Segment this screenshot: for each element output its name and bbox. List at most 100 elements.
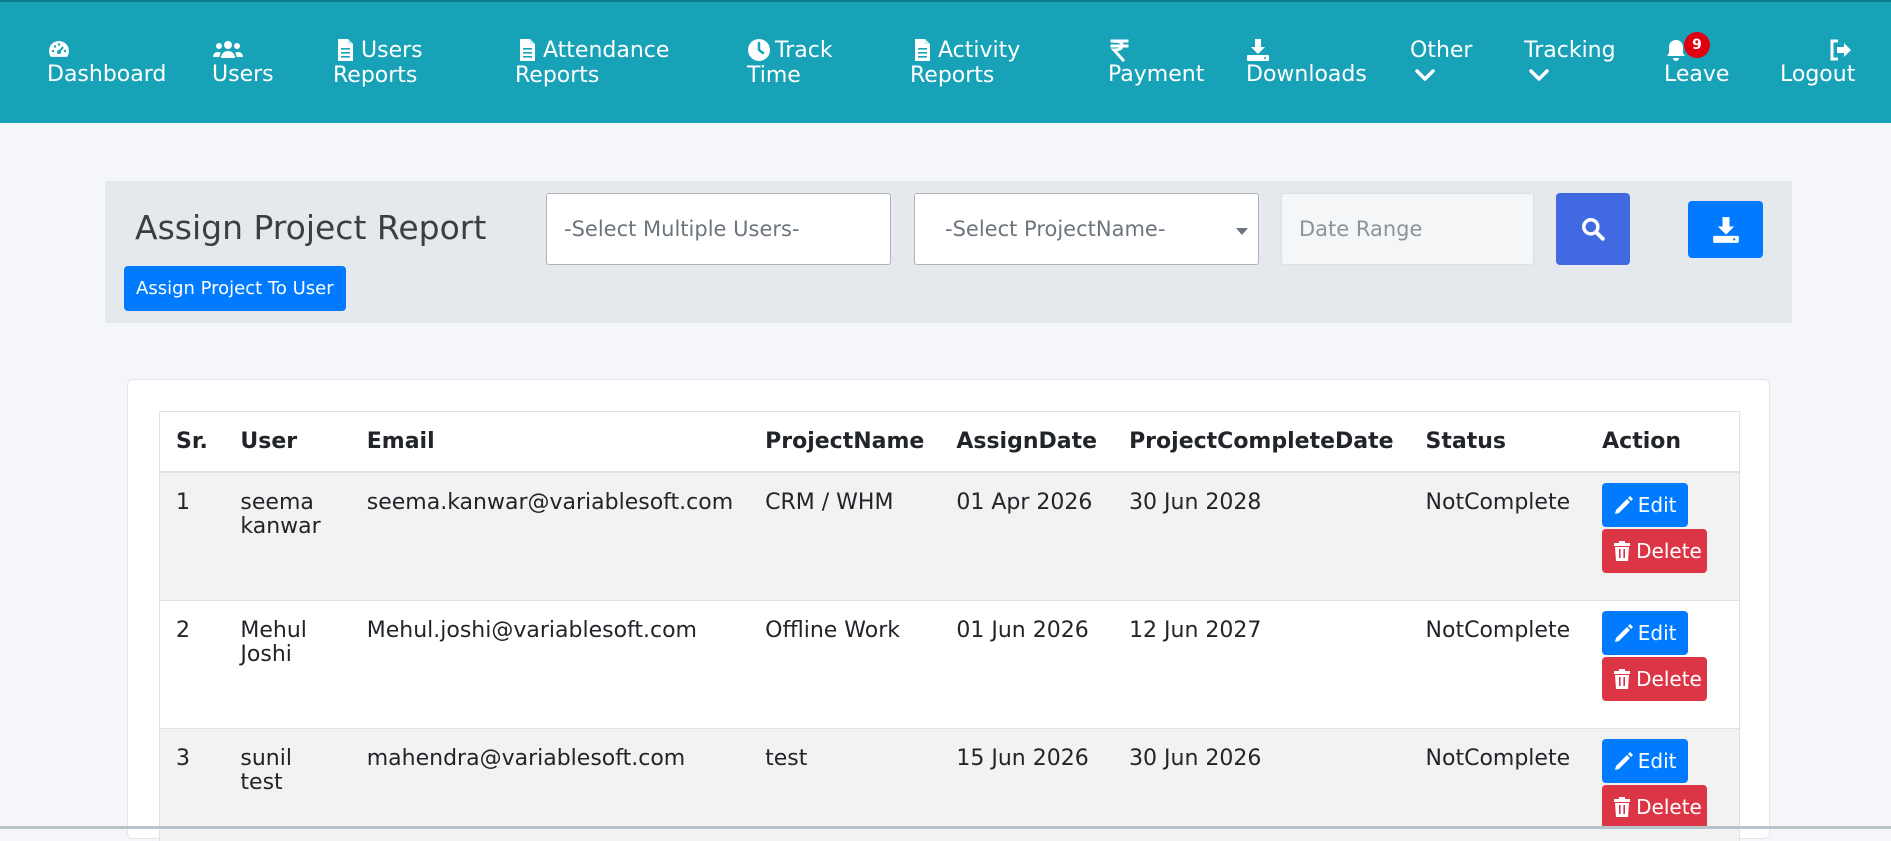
date-range-placeholder: Date Range [1299,217,1423,241]
cell-sr: 3 [160,727,225,841]
select-users-placeholder: -Select Multiple Users- [564,217,800,241]
table-header-row: Sr. User Email ProjectName AssignDate Pr… [160,412,1739,473]
pencil-icon [1614,623,1633,642]
cell-sr: 1 [160,471,225,600]
nav-label-line2: Reports [333,63,418,88]
col-header-user: User [224,412,351,473]
nav-label-line2: Reports [910,63,995,88]
date-range-input[interactable]: Date Range [1281,193,1534,265]
trash-icon [1614,796,1631,817]
table-row: 1 seema kanwar seema.kanwar@variablesoft… [160,471,1739,600]
download-report-button[interactable] [1688,201,1763,258]
col-header-email: Email [350,412,750,473]
file-icon [910,38,934,62]
delete-label: Delete [1636,794,1702,819]
pencil-icon [1614,751,1633,770]
cell-status: NotComplete [1409,727,1587,841]
trash-icon [1614,668,1631,689]
cell-assign-date: 01 Jun 2026 [940,599,1114,728]
nav-tracking-dropdown[interactable]: Tracking [1524,38,1616,83]
nav-users[interactable]: Users [212,38,274,87]
nav-label: Dashboard [47,62,167,87]
search-icon [1556,216,1630,242]
cell-project: test [749,727,941,841]
table-wrapper: Sr. User Email ProjectName AssignDate Pr… [159,411,1740,841]
nav-downloads[interactable]: Downloads [1246,38,1367,87]
users-icon [212,38,244,62]
col-header-sr: Sr. [160,412,225,473]
select-project-dropdown[interactable]: -Select ProjectName- [914,193,1259,265]
edit-button[interactable]: Edit [1602,738,1689,783]
trash-icon [1614,541,1631,561]
cell-sr: 2 [160,599,225,728]
cell-complete-date: 30 Jun 2028 [1113,471,1410,600]
cell-assign-date: 01 Apr 2026 [940,471,1114,600]
edit-button[interactable]: Edit [1602,483,1689,527]
cell-project: CRM / WHM [749,471,941,600]
nav-logout[interactable]: Logout [1780,38,1855,87]
bell-icon: 9 [1664,32,1710,62]
nav-attendance-reports[interactable]: Attendance Reports [515,38,669,88]
cell-action: Edit Delete [1586,471,1739,600]
table-row: 2 Mehul Joshi Mehul.joshi@variablesoft.c… [160,599,1739,728]
cell-email: Mehul.joshi@variablesoft.com [350,599,750,728]
nav-label: Leave [1664,62,1730,87]
edit-button[interactable]: Edit [1602,610,1689,655]
delete-label: Delete [1636,539,1702,563]
col-header-complete-date: ProjectCompleteDate [1113,412,1410,473]
chevron-down-icon [1414,67,1436,83]
cell-email: seema.kanwar@variablesoft.com [350,471,750,600]
delete-label: Delete [1636,666,1702,691]
delete-button[interactable]: Delete [1602,784,1708,829]
download-icon [1688,216,1763,244]
nav-leave[interactable]: 9 Leave [1664,32,1730,87]
page-title: Assign Project Report [135,208,487,247]
delete-button[interactable]: Delete [1602,656,1708,701]
cell-project: Offline Work [749,599,941,728]
nav-label-line1: Activity [938,38,1021,63]
delete-button[interactable]: Delete [1602,529,1708,573]
chevron-down-icon [1528,67,1550,83]
nav-dashboard[interactable]: Dashboard [47,38,166,87]
col-header-assign-date: AssignDate [940,412,1114,473]
clock-icon [747,38,771,62]
assign-project-button[interactable]: Assign Project To User [124,266,346,311]
cell-action: Edit Delete [1586,727,1739,841]
file-icon [515,38,539,62]
pencil-icon [1614,496,1633,514]
dashboard-icon [47,38,71,62]
cell-assign-date: 15 Jun 2026 [940,727,1114,841]
nav-label: Other [1410,38,1473,63]
edit-label: Edit [1637,620,1677,645]
edit-label: Edit [1637,748,1677,773]
file-icon [333,38,357,62]
search-button[interactable] [1556,193,1630,265]
cell-user: seema kanwar [224,471,351,600]
assign-project-table: Sr. User Email ProjectName AssignDate Pr… [160,412,1739,841]
cell-complete-date: 12 Jun 2027 [1113,599,1410,728]
nav-other-dropdown[interactable]: Other [1410,38,1472,83]
nav-label: Tracking [1524,38,1616,63]
cell-status: NotComplete [1409,599,1587,728]
rupee-icon [1108,38,1132,62]
nav-activity-reports[interactable]: Activity Reports [910,38,1020,88]
nav-label-line2: Time [747,63,801,88]
select-project-placeholder: -Select ProjectName- [945,217,1166,241]
report-table-card: Sr. User Email ProjectName AssignDate Pr… [127,379,1770,841]
nav-label: Logout [1780,62,1856,87]
nav-track-time[interactable]: Track Time [747,38,833,88]
cell-user: Mehul Joshi [224,599,351,728]
select-users-input[interactable]: -Select Multiple Users- [546,193,891,265]
cell-status: NotComplete [1409,471,1587,600]
nav-label: Payment [1108,62,1205,87]
caret-down-icon [1236,228,1248,235]
edit-label: Edit [1637,493,1677,517]
nav-users-reports[interactable]: Users Reports [333,38,423,88]
nav-payment[interactable]: Payment [1108,38,1204,87]
download-icon [1246,38,1270,62]
table-row: 3 sunil test mahendra@variablesoft.com t… [160,727,1739,841]
cell-user: sunil test [224,727,351,841]
cell-email: mahendra@variablesoft.com [350,727,750,841]
nav-label-line2: Reports [515,63,600,88]
cell-complete-date: 30 Jun 2026 [1113,727,1410,841]
